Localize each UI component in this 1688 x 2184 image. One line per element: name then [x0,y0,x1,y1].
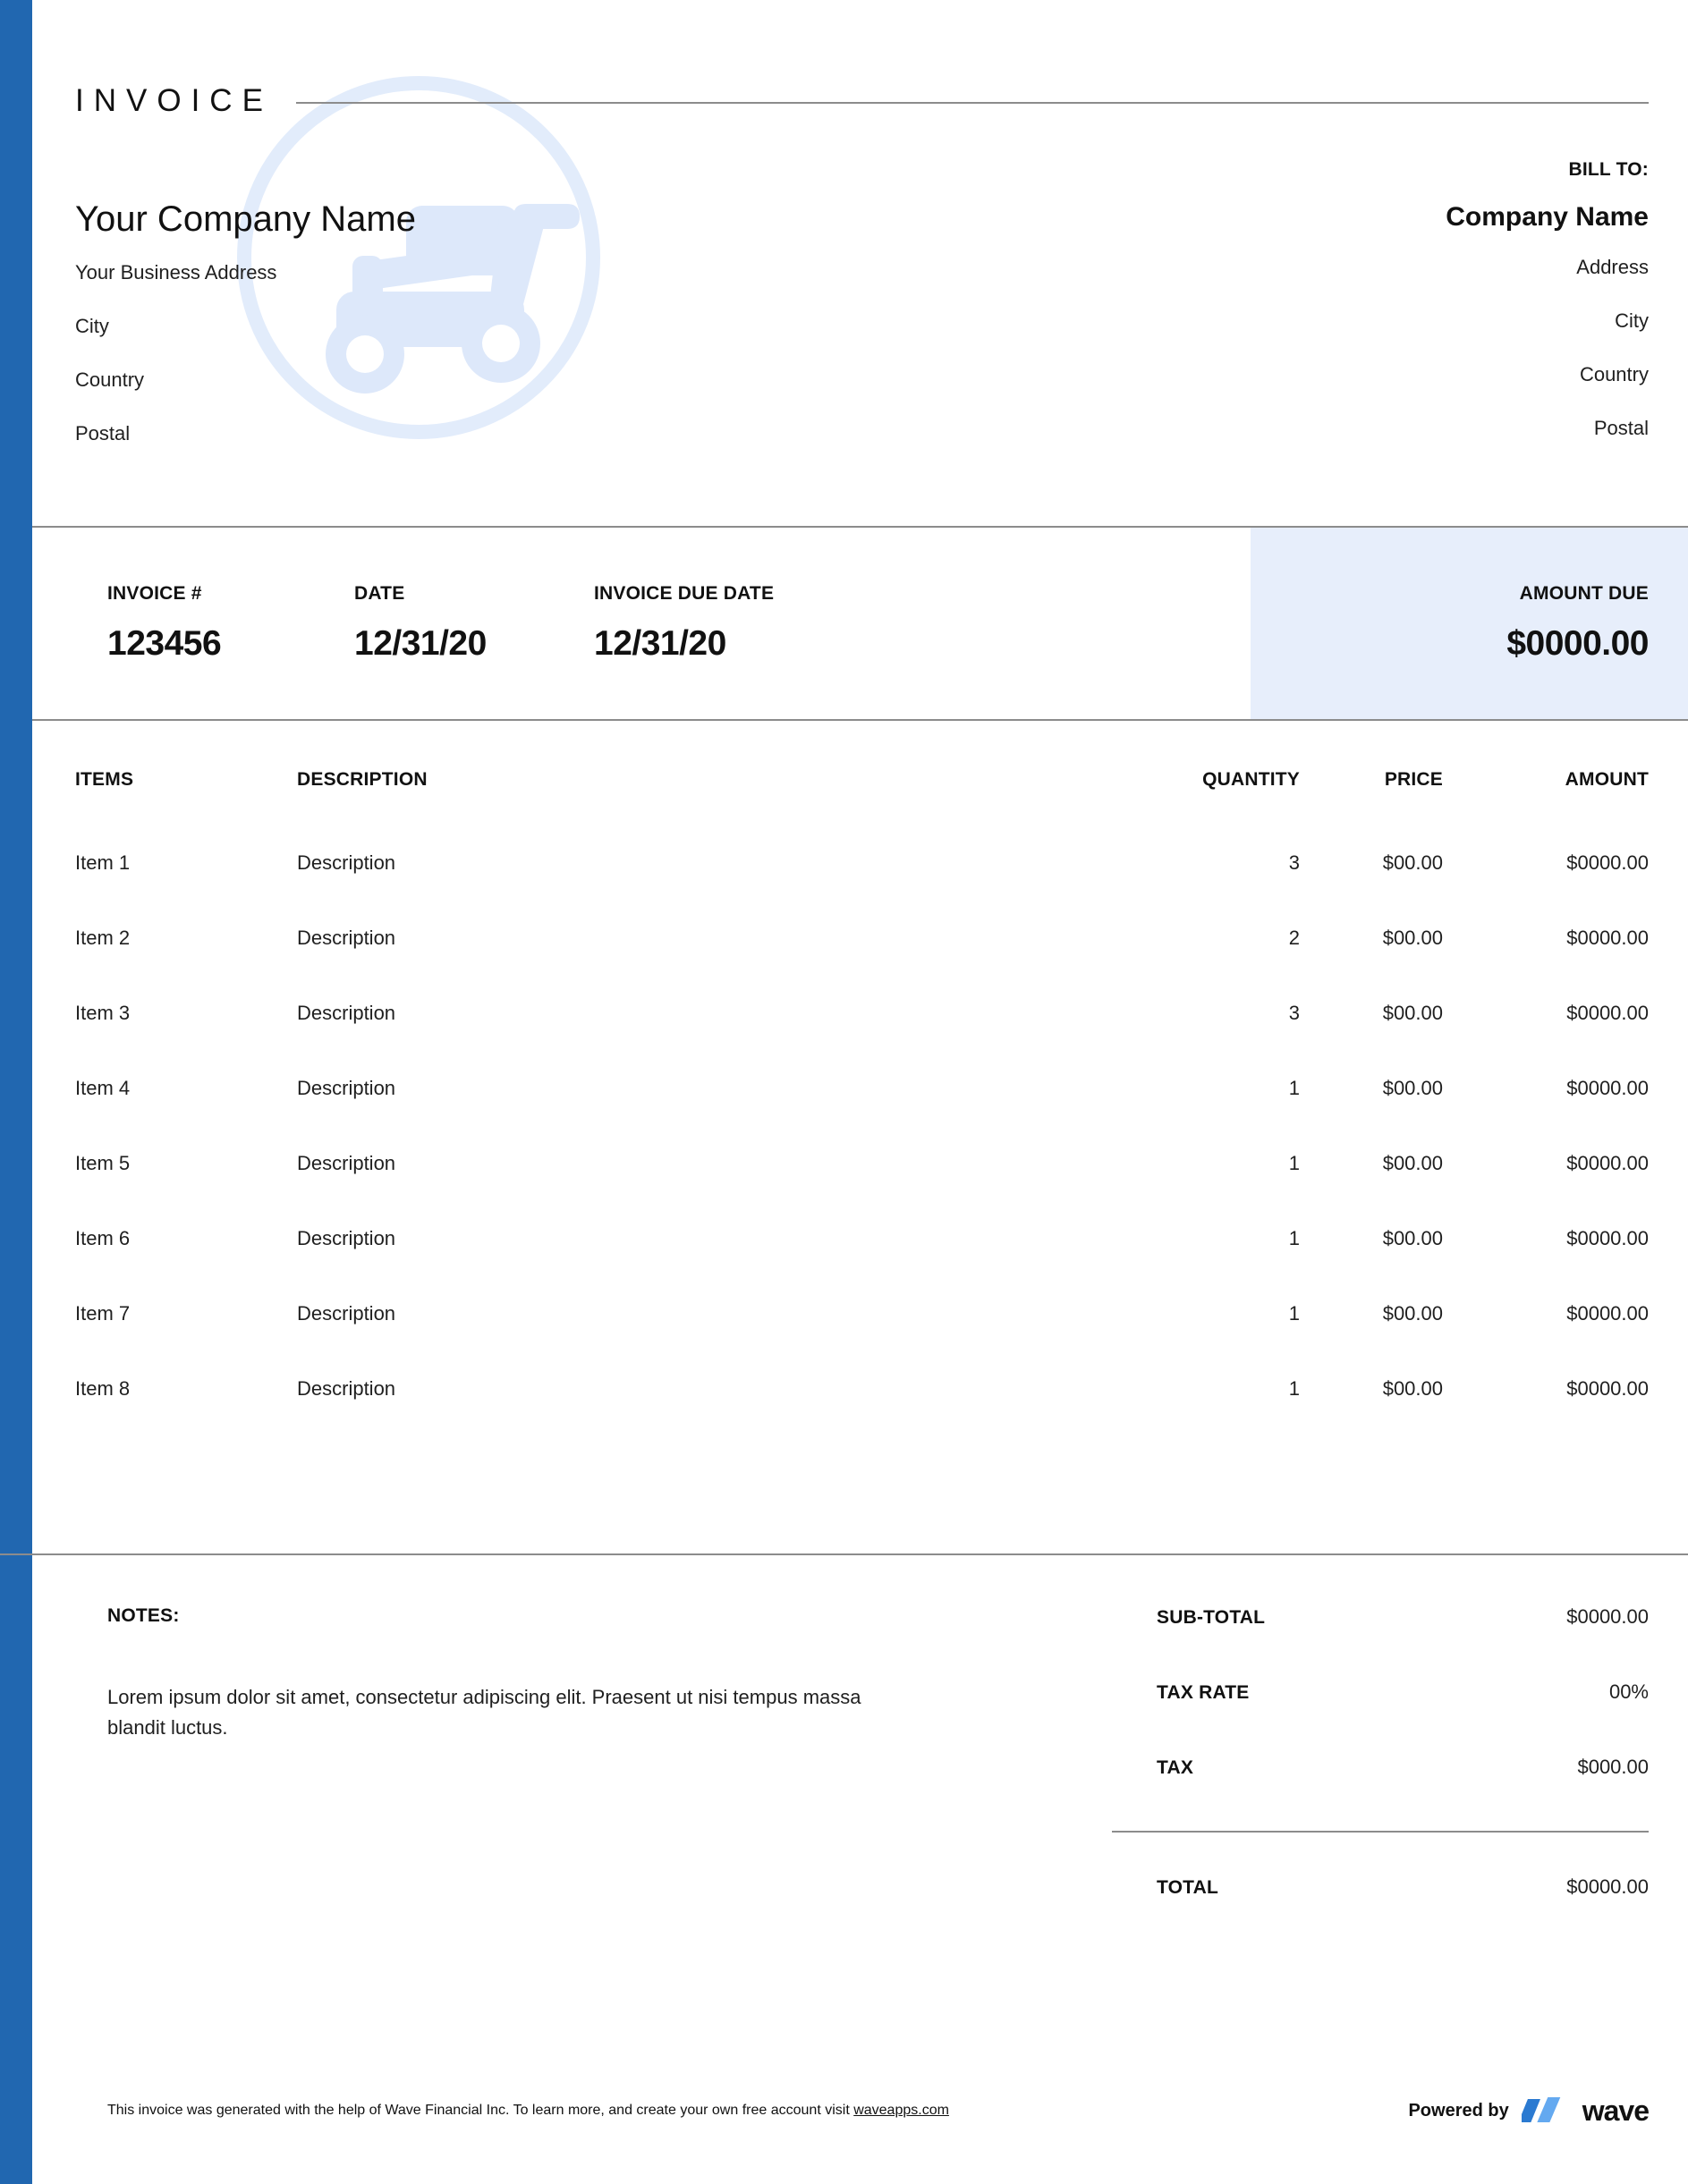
notes-section-divider [0,1553,1688,1555]
invoice-page: INVOICE Your Company Name Your Business … [0,0,1688,2184]
left-accent-bar [0,0,32,2184]
invoice-content [32,0,1688,2184]
